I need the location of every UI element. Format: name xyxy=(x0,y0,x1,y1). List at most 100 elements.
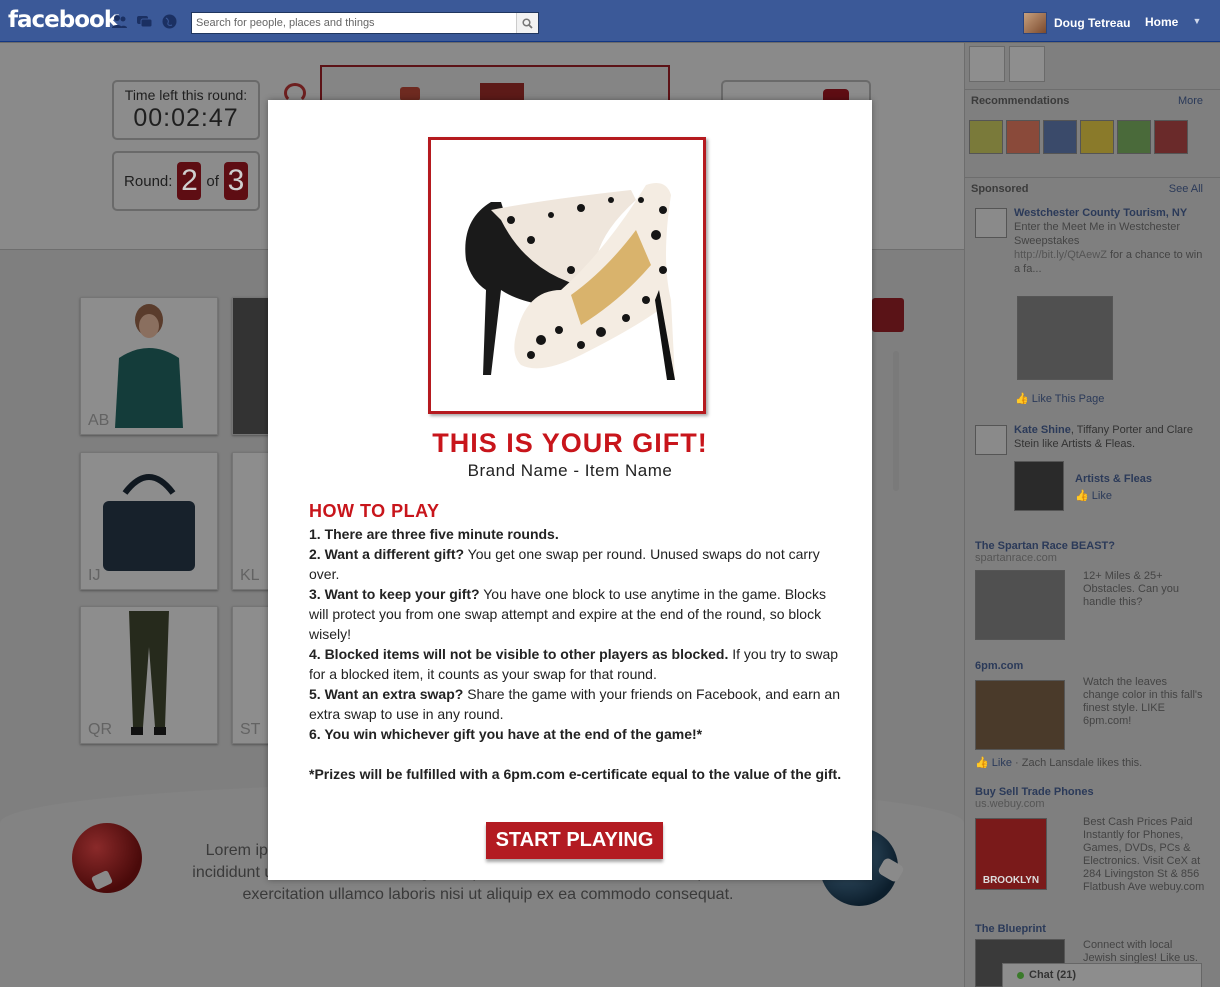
round-of: of xyxy=(206,172,219,190)
ad-description: 12+ Miles & 25+ Obstacles. Can you handl… xyxy=(1083,570,1179,608)
start-playing-button[interactable]: START PLAYING xyxy=(486,822,663,859)
tile-code: KL xyxy=(240,567,260,584)
ad-description: Connect with local Jewish singles! Like … xyxy=(1083,939,1198,964)
ad-description: Enter the Meet Me in Westchester Sweepst… xyxy=(1014,221,1181,247)
ad-description: Best Cash Prices Paid Instantly for Phon… xyxy=(1083,816,1205,893)
gift-tile[interactable]: AB xyxy=(80,297,218,435)
ad-domain: us.webuy.com xyxy=(975,798,1045,810)
messages-icon[interactable] xyxy=(136,13,153,30)
how-to-play-heading: HOW TO PLAY xyxy=(309,501,440,521)
app-bookmark-icon[interactable] xyxy=(969,46,1005,82)
search-input[interactable] xyxy=(192,13,514,33)
app-icon[interactable] xyxy=(1117,120,1151,154)
user-profile-link[interactable]: Doug Tetreau xyxy=(1023,12,1130,34)
rule-item: 1. There are three five minute rounds. xyxy=(309,526,559,542)
recommendations-more-link[interactable]: More xyxy=(1178,95,1203,107)
sponsored-ad[interactable]: 6pm.com Watch the leaves change color in… xyxy=(975,660,1205,775)
app-icon[interactable] xyxy=(1154,120,1188,154)
app-bookmark-icon[interactable] xyxy=(1009,46,1045,82)
home-link[interactable]: Home xyxy=(1145,15,1178,29)
facebook-top-bar: facebook Doug Tetreau Home ▼ xyxy=(0,0,1220,42)
like-button[interactable]: 👍 Like xyxy=(1075,489,1112,502)
recommended-apps xyxy=(969,120,1188,154)
ad-photo xyxy=(975,680,1065,750)
ad-url-line: http://bit.ly/QtAewZ for a chance to win… xyxy=(1014,249,1203,275)
chat-bar[interactable]: Chat (21) xyxy=(1002,963,1202,987)
user-name: Doug Tetreau xyxy=(1054,16,1131,30)
ad-logo-image xyxy=(975,208,1007,238)
gift-image-frame xyxy=(428,137,706,414)
round-current: 2 xyxy=(177,162,202,200)
sponsored-header: Sponsored See All xyxy=(965,177,1220,199)
sponsored-label: Sponsored xyxy=(971,183,1029,195)
round-label: Round: xyxy=(124,172,173,190)
activity-tab[interactable] xyxy=(872,298,904,332)
social-context: Kate Shine, Tiffany Porter and Clare Ste… xyxy=(1014,424,1193,450)
search-icon xyxy=(522,17,533,29)
present-decoration xyxy=(400,87,420,101)
tile-code: ST xyxy=(240,721,261,738)
account-menu-chevron-icon[interactable]: ▼ xyxy=(1188,12,1206,30)
rule-item: 6. You win whichever gift you have at th… xyxy=(309,726,703,742)
rule-item: 5. Want an extra swap? Share the game wi… xyxy=(309,686,840,722)
gift-title: THIS IS YOUR GIFT! xyxy=(432,428,708,458)
online-status-icon xyxy=(1017,972,1024,979)
timer-label: Time left this round: xyxy=(124,87,248,103)
app-icon[interactable] xyxy=(1080,120,1114,154)
app-icon[interactable] xyxy=(1043,120,1077,154)
gift-tile[interactable]: QR xyxy=(80,606,218,744)
ad-photo xyxy=(975,570,1065,640)
tile-code: QR xyxy=(88,721,112,738)
rule-item: 4. Blocked items will not be visible to … xyxy=(309,646,839,682)
handbag-image xyxy=(81,453,217,589)
rule-item: 2. Want a different gift? You get one sw… xyxy=(309,546,820,582)
round-total: 3 xyxy=(223,162,248,200)
like-row: 👍 Like · Zach Lansdale likes this. xyxy=(975,757,1143,769)
sponsored-ad[interactable]: Buy Sell Trade Phones us.webuy.com BROOK… xyxy=(975,786,1205,911)
notifications-globe-icon[interactable] xyxy=(161,13,178,30)
app-icon[interactable] xyxy=(1006,120,1040,154)
page-thumbnail xyxy=(1014,461,1064,511)
tile-code: AB xyxy=(88,412,110,429)
recommendations-header: Recommendations More xyxy=(965,89,1220,111)
search-button[interactable] xyxy=(516,13,538,33)
ad-description: Watch the leaves change color in this fa… xyxy=(1083,676,1203,727)
rule-item: 3. Want to keep your gift? You have one … xyxy=(309,586,826,642)
search-box xyxy=(191,12,539,34)
recommendations-label: Recommendations xyxy=(971,95,1070,107)
like-link[interactable]: 👍 Like xyxy=(975,757,1012,769)
sponsored-ad[interactable]: The Spartan Race BEAST? spartanrace.com … xyxy=(975,540,1205,650)
sponsored-ad[interactable]: Westchester County Tourism, NY Enter the… xyxy=(975,206,1205,406)
ad-title[interactable]: The Spartan Race BEAST? xyxy=(975,540,1205,552)
friend-requests-icon[interactable] xyxy=(111,13,128,30)
gift-modal: THIS IS YOUR GIFT! Brand Name - Item Nam… xyxy=(268,100,872,880)
ad-domain: spartanrace.com xyxy=(975,552,1057,564)
ad-photo xyxy=(1017,296,1113,380)
sponsored-see-all-link[interactable]: See All xyxy=(1169,183,1203,195)
like-page-link[interactable]: 👍 Like This Page xyxy=(1015,392,1104,405)
ad-logo-image xyxy=(975,425,1007,455)
page-name[interactable]: Artists & Fleas xyxy=(1075,473,1152,485)
tile-code: IJ xyxy=(88,567,101,584)
chat-label: Chat (21) xyxy=(1029,969,1077,981)
prize-disclaimer: *Prizes will be fulfilled with a 6pm.com… xyxy=(309,766,842,782)
ad-url[interactable]: http://bit.ly/QtAewZ xyxy=(1014,249,1107,261)
present-decoration xyxy=(480,83,524,101)
gift-tile[interactable]: IJ xyxy=(80,452,218,590)
right-sidebar: Recommendations More Sponsored See All W… xyxy=(964,43,1220,987)
gift-subtitle: Brand Name - Item Name xyxy=(467,461,673,480)
round-indicator: Round: 2 of 3 xyxy=(112,151,260,211)
facebook-logo[interactable]: facebook xyxy=(8,7,119,33)
rules-list: 1. There are three five minute rounds. 2… xyxy=(309,524,844,784)
ad-title[interactable]: 6pm.com xyxy=(975,660,1205,672)
timer-value: 00:02:47 xyxy=(133,104,239,132)
activity-scrollbar[interactable] xyxy=(893,351,899,491)
social-ad[interactable]: Kate Shine, Tiffany Porter and Clare Ste… xyxy=(975,423,1205,513)
notification-jewels xyxy=(111,13,178,30)
ad-title[interactable]: The Blueprint xyxy=(975,923,1205,935)
ad-title[interactable]: Westchester County Tourism, NY xyxy=(1014,206,1204,220)
app-icon[interactable] xyxy=(969,120,1003,154)
leopard-heels-image xyxy=(431,140,703,411)
ad-title[interactable]: Buy Sell Trade Phones xyxy=(975,786,1205,798)
cex-logo-image: BROOKLYN xyxy=(975,818,1047,890)
